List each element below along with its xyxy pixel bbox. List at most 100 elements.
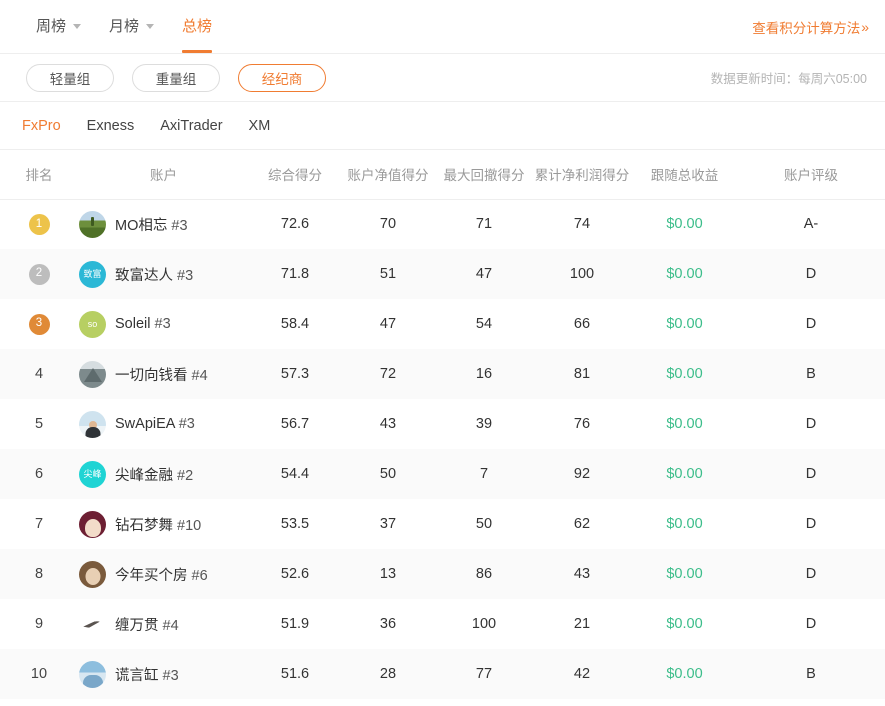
cell-follow-return: $0.00 — [632, 399, 737, 449]
table-row[interactable]: 9 缠万贯 #4 51.9 36 100 21 $0.00 D — [0, 599, 885, 649]
period-tab-2[interactable]: 月榜 — [95, 0, 168, 53]
broker-tab-axitrader[interactable]: AxiTrader — [160, 118, 222, 134]
avatar — [79, 560, 106, 588]
table-row[interactable]: 8 今年买个房 #6 52.6 13 86 43 $0.00 D — [0, 549, 885, 599]
follow-return-value: $0.00 — [666, 466, 703, 482]
cell-grade: D — [737, 449, 885, 499]
cell-follow-return: $0.00 — [632, 349, 737, 399]
cell-account[interactable]: MO相忘 #3 — [78, 199, 250, 249]
account-name-text: 致富达人 — [115, 267, 173, 284]
account-name: 谎言缸 #3 — [115, 664, 179, 685]
cell-rank: 1 — [0, 199, 78, 249]
account-name: SwApiEA #3 — [115, 416, 195, 432]
cell-follow-return: $0.00 — [632, 299, 737, 349]
cell-drawdown-score: 100 — [471, 616, 497, 632]
rank-number: 8 — [34, 566, 44, 582]
avatar — [79, 610, 106, 638]
cell-total-score: 51.9 — [280, 616, 310, 632]
cell-account[interactable]: 缠万贯 #4 — [78, 599, 250, 649]
cell-account[interactable]: 尖峰 尖峰金融 #2 — [78, 449, 250, 499]
column-header-follow: 跟随总收益 — [632, 150, 737, 200]
follow-return-value: $0.00 — [666, 666, 703, 682]
cell-grade: D — [737, 299, 885, 349]
account-name-text: Soleil — [115, 316, 151, 332]
filter-pill-2[interactable]: 重量组 — [132, 63, 220, 92]
cell-account[interactable]: 致富 致富达人 #3 — [78, 249, 250, 299]
column-header-profit: 累计净利润得分 — [532, 150, 632, 200]
table-row[interactable]: 6 尖峰 尖峰金融 #2 54.4 50 7 92 $0.00 D — [0, 449, 885, 499]
account-name-text: 尖峰金融 — [115, 467, 173, 484]
rank-number: 4 — [34, 366, 44, 382]
period-tabs: 周榜 月榜 总榜 — [22, 0, 226, 53]
broker-tab-exness[interactable]: Exness — [87, 118, 135, 134]
cell-drawdown-score: 39 — [475, 416, 493, 432]
cell-account[interactable]: SwApiEA #3 — [78, 399, 250, 449]
table-header: 排名 账户 综合得分 账户净值得分 最大回撤得分 累计净利润得分 跟随总收益 账… — [0, 150, 885, 200]
column-header-total: 综合得分 — [250, 150, 340, 200]
table-row[interactable]: 2 致富 致富达人 #3 71.8 51 47 100 $0.00 D — [0, 249, 885, 299]
cell-grade: D — [737, 249, 885, 299]
period-tab-1[interactable]: 周榜 — [22, 0, 95, 53]
cell-account[interactable]: 钻石梦舞 #10 — [78, 499, 250, 549]
follow-return-value: $0.00 — [666, 266, 703, 282]
account-name-text: MO相忘 — [115, 217, 168, 234]
table-row[interactable]: 4 一切向钱看 #4 57.3 72 16 81 $0.00 B — [0, 349, 885, 399]
cell-drawdown-score: 77 — [475, 666, 493, 682]
account-cell: MO相忘 #3 — [79, 210, 249, 238]
rank-number: 9 — [34, 616, 44, 632]
account-name: 尖峰金融 #2 — [115, 464, 193, 485]
broker-tab-fxpro[interactable]: FxPro — [22, 118, 61, 134]
table-row[interactable]: 3 so Soleil #3 58.4 47 54 66 $0.00 D — [0, 299, 885, 349]
rank-medal-badge: 1 — [28, 213, 50, 235]
filter-pill-3[interactable]: 经纪商 — [238, 63, 326, 92]
cell-rank: 8 — [0, 549, 78, 599]
scoring-method-label: 查看积分计算方法 — [752, 20, 861, 36]
account-name-text: 今年买个房 — [115, 567, 188, 584]
column-header-rank: 排名 — [0, 150, 78, 200]
avatar-initials: 尖峰 — [83, 468, 102, 479]
cell-account[interactable]: 今年买个房 #6 — [78, 549, 250, 599]
double-chevron-right-icon: » — [861, 18, 869, 35]
account-cell: 钻石梦舞 #10 — [79, 510, 249, 538]
table-row[interactable]: 7 钻石梦舞 #10 53.5 37 50 62 $0.00 D — [0, 499, 885, 549]
account-name-suffix: #3 — [177, 267, 194, 284]
account-name: MO相忘 #3 — [115, 214, 188, 235]
column-header-grade: 账户评级 — [737, 150, 885, 200]
cell-follow-return: $0.00 — [632, 249, 737, 299]
broker-tab-xm[interactable]: XM — [249, 118, 271, 134]
table-row[interactable]: 1 MO相忘 #3 72.6 70 71 74 $0.00 A- — [0, 199, 885, 249]
period-tab-3[interactable]: 总榜 — [168, 0, 226, 53]
grade-value: D — [805, 616, 817, 632]
cell-drawdown-score: 7 — [479, 466, 489, 482]
table-row[interactable]: 5 SwApiEA #3 56.7 43 39 76 $0.00 D — [0, 399, 885, 449]
follow-return-value: $0.00 — [666, 416, 703, 432]
cell-profit-score: 74 — [573, 216, 591, 233]
cell-grade: A- — [737, 199, 885, 249]
cell-total-score: 53.5 — [280, 516, 310, 532]
cell-rank: 7 — [0, 499, 78, 549]
account-cell: 尖峰 尖峰金融 #2 — [79, 460, 249, 488]
cell-follow-return: $0.00 — [632, 549, 737, 599]
rank-number: 10 — [30, 666, 48, 682]
avatar: 致富 — [79, 260, 106, 288]
cell-equity-score: 36 — [379, 616, 397, 632]
account-name-text: 谎言缸 — [115, 667, 159, 684]
cell-account[interactable]: 谎言缸 #3 — [78, 649, 250, 699]
cell-account[interactable]: 一切向钱看 #4 — [78, 349, 250, 399]
account-cell: so Soleil #3 — [79, 310, 249, 338]
cell-equity-score: 72 — [379, 366, 397, 382]
account-name-text: 缠万贯 — [115, 617, 159, 634]
table-row[interactable]: 10 谎言缸 #3 51.6 28 77 42 $0.00 B — [0, 649, 885, 699]
scoring-method-link[interactable]: 查看积分计算方法 » — [752, 17, 869, 37]
grade-value: D — [805, 266, 817, 282]
cell-drawdown-score: 54 — [475, 316, 493, 332]
avatar — [79, 210, 106, 238]
cell-grade: B — [737, 649, 885, 699]
cell-equity-score: 28 — [379, 666, 397, 682]
cell-account[interactable]: so Soleil #3 — [78, 299, 250, 349]
account-name-text: SwApiEA — [115, 416, 175, 432]
group-filter-bar: 轻量组 重量组 经纪商 数据更新时间：每周六05:00 — [0, 54, 885, 102]
avatar — [79, 510, 106, 538]
grade-value: A- — [803, 216, 819, 233]
filter-pill-1[interactable]: 轻量组 — [26, 63, 114, 92]
